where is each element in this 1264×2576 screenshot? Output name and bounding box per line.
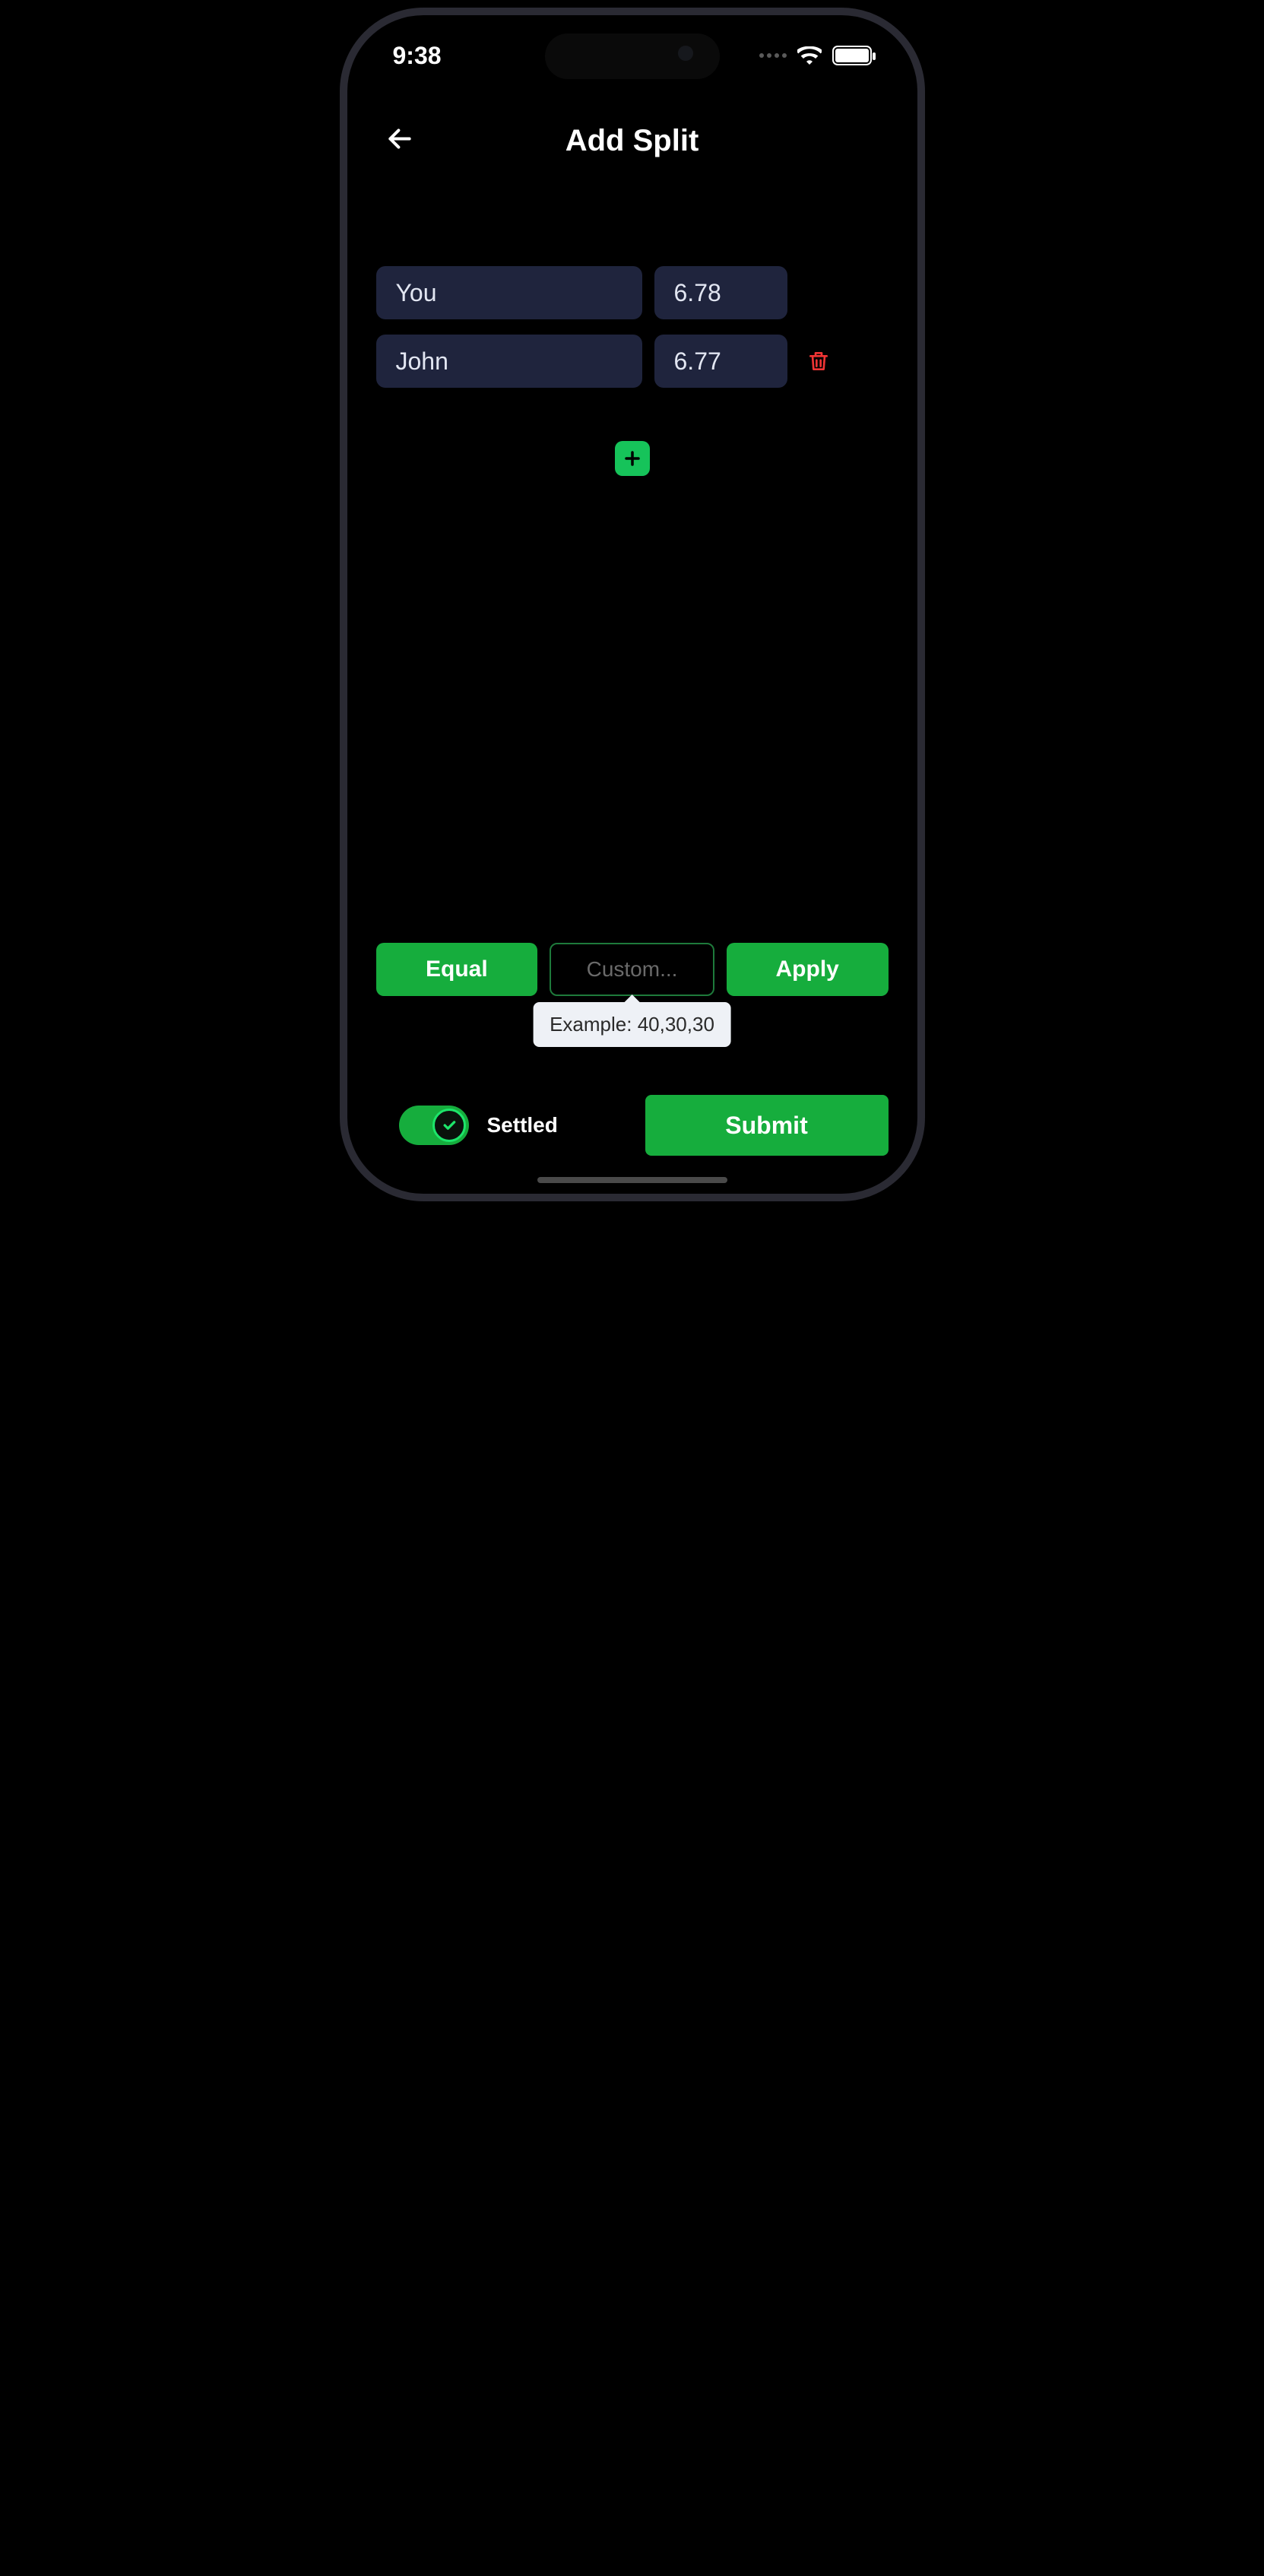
delete-participant-button[interactable] — [800, 349, 838, 373]
settled-label: Settled — [487, 1113, 558, 1137]
home-indicator[interactable] — [537, 1177, 727, 1183]
plus-icon — [623, 449, 642, 468]
participant-name-field[interactable]: You — [376, 266, 642, 319]
bottom-controls: Settled Submit — [370, 1095, 895, 1156]
participant-amount-field[interactable]: 6.77 — [654, 335, 787, 388]
participants-list: You 6.78 John 6.77 — [370, 266, 895, 403]
settled-toggle[interactable] — [399, 1106, 469, 1145]
split-controls: Equal Custom... Apply Example: 40,30,30 — [370, 943, 895, 996]
app-header: Add Split — [370, 106, 895, 175]
trash-icon — [806, 349, 831, 373]
phone-frame: 9:38 Add Split You 6.78 John — [340, 8, 925, 1201]
front-camera — [678, 46, 693, 61]
page-title: Add Split — [565, 124, 699, 158]
participant-row: You 6.78 — [376, 266, 889, 319]
add-participant-button[interactable] — [615, 441, 650, 476]
participant-amount-field[interactable]: 6.78 — [654, 266, 787, 319]
equal-split-button[interactable]: Equal — [376, 943, 538, 996]
apply-split-button[interactable]: Apply — [727, 943, 889, 996]
back-button[interactable] — [385, 125, 414, 157]
custom-split-input[interactable]: Custom... — [550, 943, 714, 996]
dynamic-island — [545, 33, 720, 79]
participant-row: John 6.77 — [376, 335, 889, 388]
participant-name-field[interactable]: John — [376, 335, 642, 388]
submit-button[interactable]: Submit — [645, 1095, 889, 1156]
custom-split-tooltip: Example: 40,30,30 — [533, 1002, 731, 1047]
check-icon — [442, 1118, 457, 1133]
